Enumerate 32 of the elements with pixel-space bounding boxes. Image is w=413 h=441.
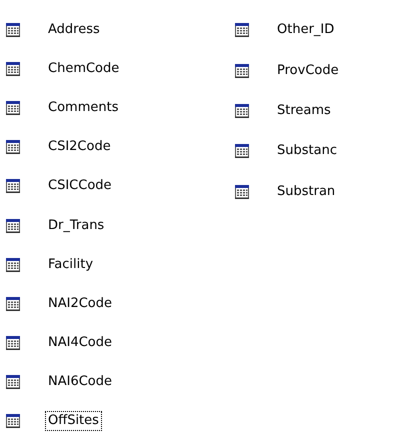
table-icon <box>5 22 21 38</box>
table-icon <box>5 60 21 77</box>
table-name[interactable]: ProvCode <box>274 60 342 81</box>
table-name[interactable]: Dr_Trans <box>45 216 108 236</box>
table-icon <box>5 335 21 352</box>
table-icon <box>5 374 21 390</box>
table-name[interactable]: Substanc <box>274 141 340 162</box>
table-icon <box>234 143 250 160</box>
table-icon <box>5 218 21 234</box>
table-name[interactable]: Comments <box>45 98 122 118</box>
table-icon <box>5 256 21 273</box>
table-name[interactable]: NAI6Code <box>45 372 116 392</box>
table-icon <box>5 139 21 156</box>
table-name[interactable]: OffSites <box>45 411 102 432</box>
table-name[interactable]: CSICCode <box>45 176 115 196</box>
table-name[interactable]: Address <box>45 20 103 40</box>
table-icon <box>5 413 21 430</box>
table-name[interactable]: Facility <box>45 254 96 275</box>
table-name[interactable]: NAI2Code <box>45 294 116 314</box>
table-icon <box>234 102 250 119</box>
table-icon <box>234 62 250 79</box>
table-icon <box>5 178 21 194</box>
table-name[interactable]: Other_ID <box>274 20 338 40</box>
table-name[interactable]: CSI2Code <box>45 137 114 158</box>
table-icon <box>5 296 21 312</box>
table-name[interactable]: Substran <box>274 182 338 202</box>
table-icon <box>234 184 250 200</box>
table-icon <box>5 100 21 116</box>
table-name[interactable]: NAI4Code <box>45 333 116 354</box>
table-name[interactable]: ChemCode <box>45 58 122 79</box>
table-icon <box>234 22 250 38</box>
table-name[interactable]: Streams <box>274 100 334 121</box>
